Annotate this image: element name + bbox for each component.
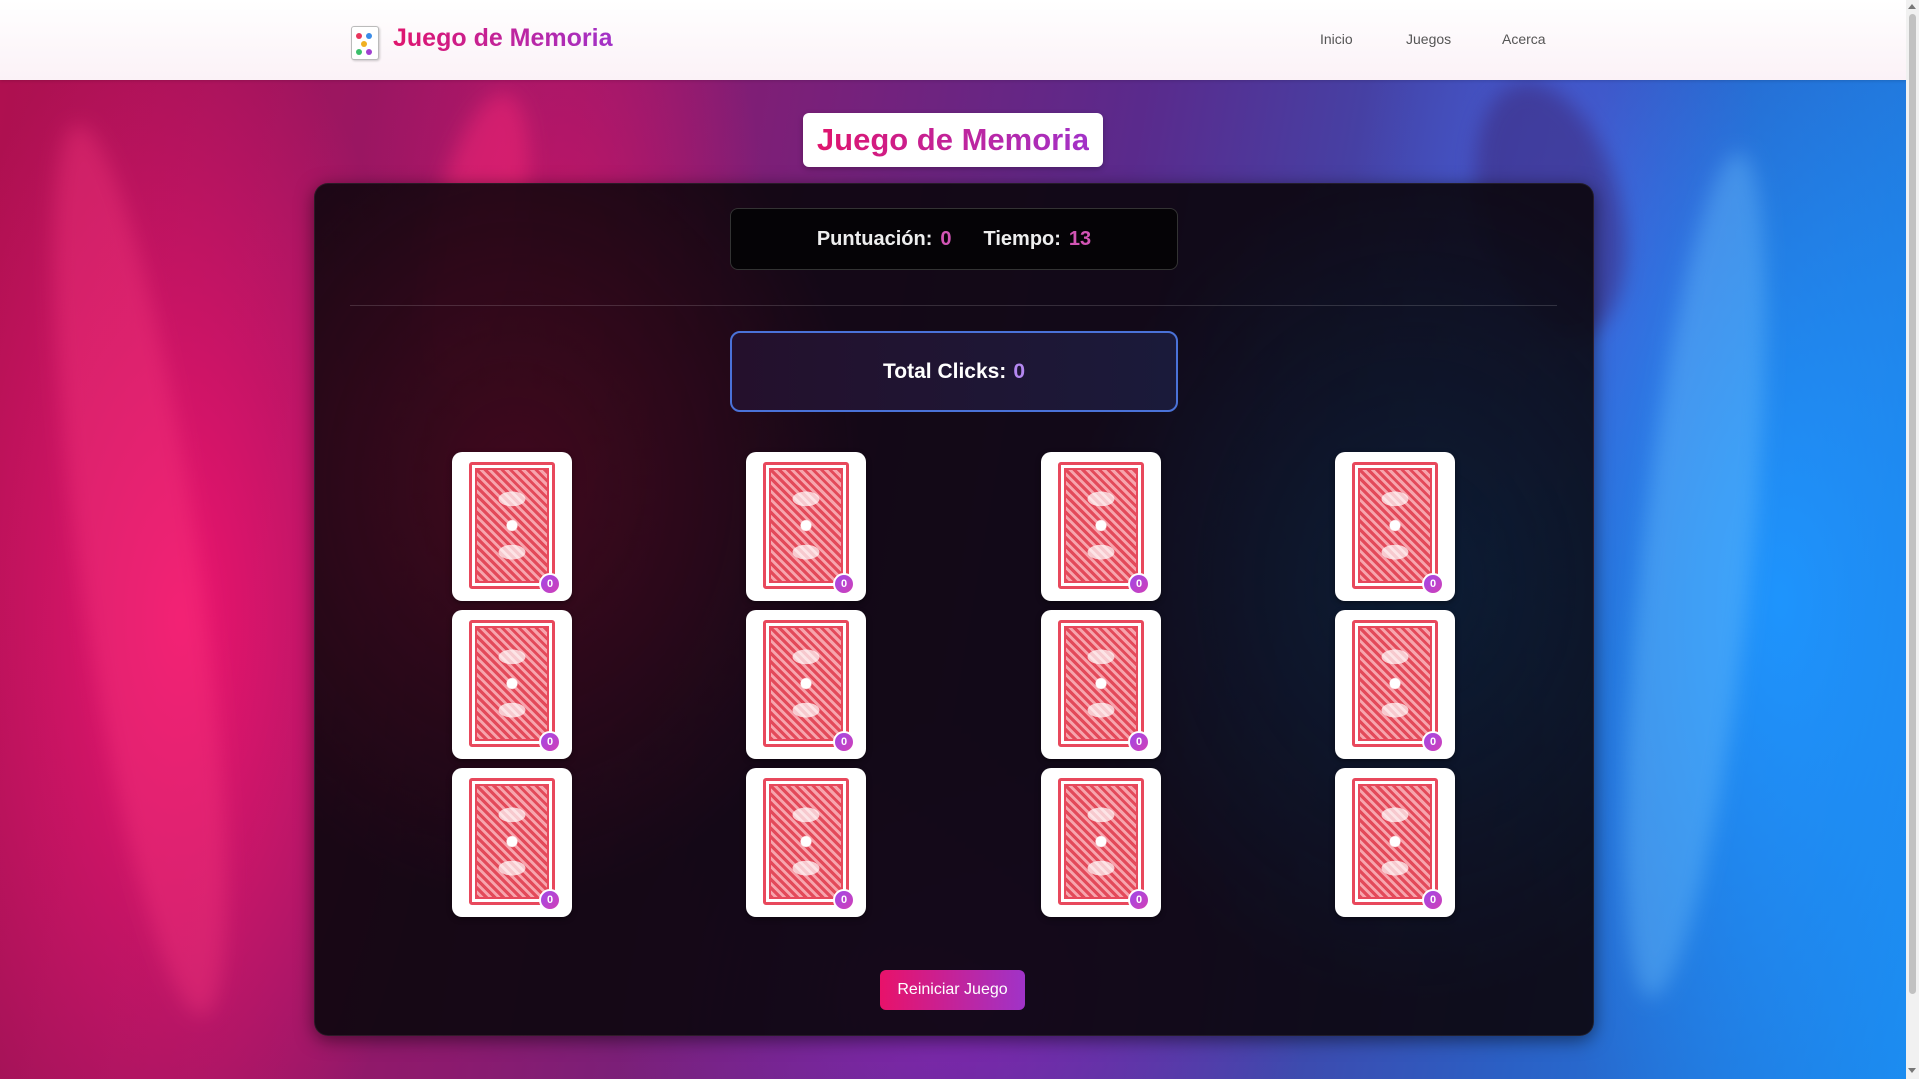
page-title-box: Juego de Memoria — [803, 113, 1103, 167]
card-back-image — [469, 462, 555, 589]
memory-card[interactable]: 0 — [452, 610, 572, 759]
memory-card[interactable]: 0 — [1041, 452, 1161, 601]
card-back-image — [763, 778, 849, 905]
card-click-badge: 0 — [1422, 731, 1444, 753]
divider — [350, 305, 1557, 306]
card-click-badge: 0 — [1422, 573, 1444, 595]
score-stat: Puntuación: 0 — [817, 228, 952, 251]
brand-title[interactable]: Juego de Memoria — [393, 24, 613, 53]
card-back-image — [1352, 778, 1438, 905]
card-click-badge: 0 — [539, 889, 561, 911]
memory-card[interactable]: 0 — [1335, 452, 1455, 601]
memory-card[interactable]: 0 — [746, 610, 866, 759]
card-click-badge: 0 — [1128, 731, 1150, 753]
nav-link-acerca[interactable]: Acerca — [1502, 31, 1546, 47]
card-back-image — [1058, 620, 1144, 747]
card-click-badge: 0 — [833, 889, 855, 911]
memory-card[interactable]: 0 — [1335, 768, 1455, 917]
total-clicks-box: Total Clicks: 0 — [730, 331, 1178, 412]
score-value: 0 — [940, 227, 952, 250]
stats-bar: Puntuación: 0 Tiempo: 13 — [730, 208, 1178, 270]
card-click-badge: 0 — [833, 731, 855, 753]
time-stat: Tiempo: 13 — [984, 228, 1092, 251]
card-click-badge: 0 — [539, 573, 561, 595]
card-click-badge: 0 — [1422, 889, 1444, 911]
page-title: Juego de Memoria — [816, 122, 1090, 157]
card-click-badge: 0 — [833, 573, 855, 595]
scrollbar[interactable] — [1906, 0, 1919, 1079]
scrollbar-thumb[interactable] — [1909, 14, 1916, 994]
time-value: 13 — [1068, 227, 1092, 250]
card-back-image — [1352, 620, 1438, 747]
nav-link-juegos[interactable]: Juegos — [1406, 31, 1451, 47]
card-back-image — [469, 778, 555, 905]
memory-card[interactable]: 0 — [1041, 768, 1161, 917]
memory-card[interactable]: 0 — [1335, 610, 1455, 759]
memory-card[interactable]: 0 — [1041, 610, 1161, 759]
scroll-down-icon[interactable] — [1908, 1068, 1916, 1073]
time-label: Tiempo: — [983, 227, 1061, 250]
card-click-badge: 0 — [1128, 573, 1150, 595]
card-back-image — [1352, 462, 1438, 589]
background-streak — [17, 116, 263, 1024]
card-click-badge: 0 — [1128, 889, 1150, 911]
total-clicks-value: 0 — [1013, 359, 1025, 383]
card-back-image — [763, 462, 849, 589]
scroll-up-icon[interactable] — [1908, 4, 1916, 9]
card-click-badge: 0 — [539, 731, 561, 753]
restart-button[interactable]: Reiniciar Juego — [880, 970, 1025, 1010]
memory-card[interactable]: 0 — [452, 768, 572, 917]
background-streak — [1595, 146, 1795, 1004]
memory-card[interactable]: 0 — [746, 768, 866, 917]
score-label: Puntuación: — [816, 227, 933, 250]
logo-icon[interactable] — [351, 26, 379, 60]
card-back-image — [469, 620, 555, 747]
navbar: Juego de Memoria Inicio Juegos Acerca — [0, 0, 1906, 80]
total-clicks-label: Total Clicks: — [883, 359, 1007, 383]
card-back-image — [1058, 462, 1144, 589]
nav-link-inicio[interactable]: Inicio — [1320, 31, 1353, 47]
card-back-image — [1058, 778, 1144, 905]
memory-card[interactable]: 0 — [746, 452, 866, 601]
memory-card[interactable]: 0 — [452, 452, 572, 601]
card-back-image — [763, 620, 849, 747]
